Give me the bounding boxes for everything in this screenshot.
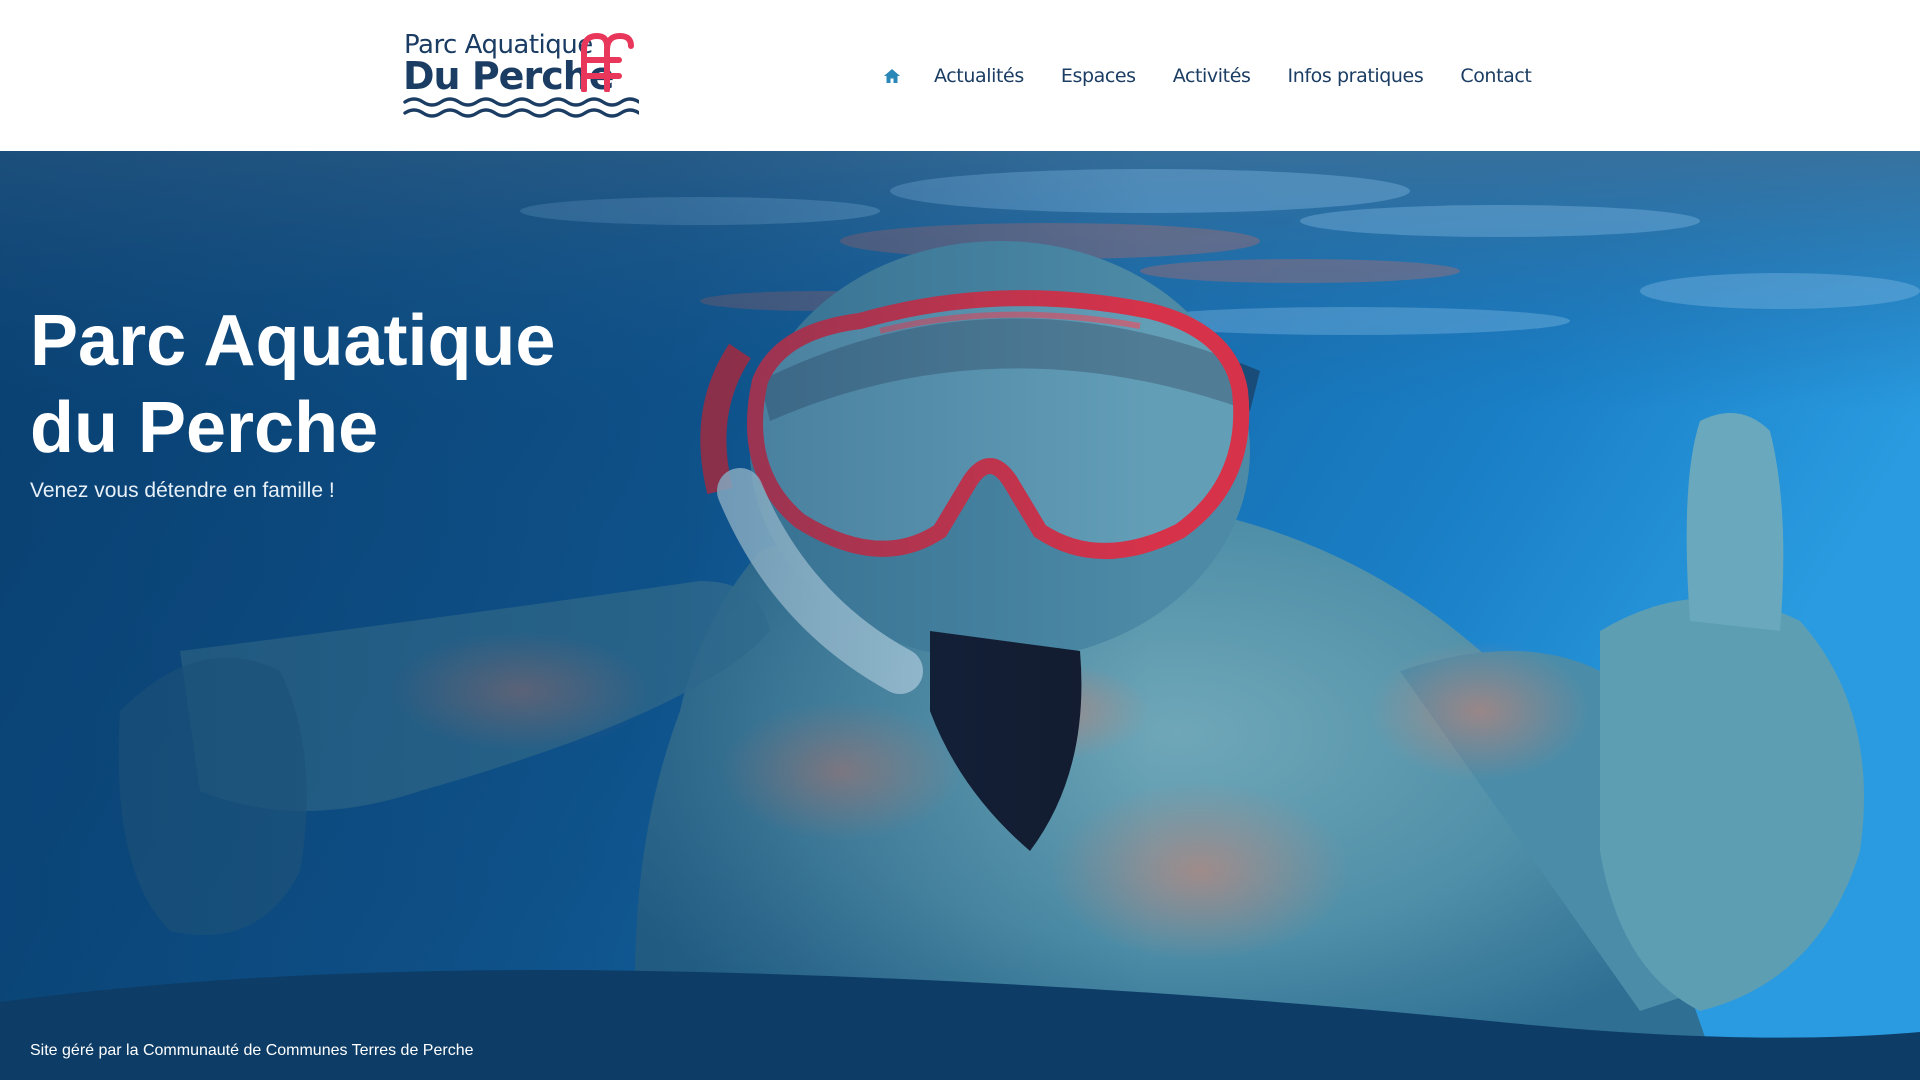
nav-link-espaces[interactable]: Espaces — [1061, 58, 1136, 94]
nav-link-contact[interactable]: Contact — [1460, 58, 1532, 94]
hero-section: Parc Aquatique du Perche Venez vous déte… — [0, 151, 1920, 1080]
footer-credit: Site géré par la Communauté de Communes … — [30, 1042, 474, 1059]
footer-wave-band — [0, 970, 1920, 1080]
main-navigation: Actualités Espaces Activités Infos prati… — [880, 58, 1532, 94]
home-icon — [884, 69, 900, 83]
hero-overlay — [0, 151, 1920, 1080]
hero-title-line2: du Perche — [30, 388, 379, 468]
nav-home-link[interactable] — [880, 58, 904, 94]
hero-title-line1: Parc Aquatique — [30, 301, 556, 381]
nav-link-activites[interactable]: Activités — [1173, 58, 1251, 94]
water-waves-icon — [403, 97, 639, 118]
hero-subtitle: Venez vous détendre en famille ! — [30, 479, 335, 502]
pool-ladder-icon — [581, 32, 634, 92]
hero-title: Parc Aquatique du Perche — [30, 298, 730, 472]
site-header: Parc Aquatique Du Perche Actualités Espa… — [0, 0, 1920, 151]
nav-link-actualites[interactable]: Actualités — [934, 58, 1024, 94]
nav-link-infos-pratiques[interactable]: Infos pratiques — [1288, 58, 1424, 94]
site-logo[interactable]: Parc Aquatique Du Perche — [403, 30, 639, 122]
